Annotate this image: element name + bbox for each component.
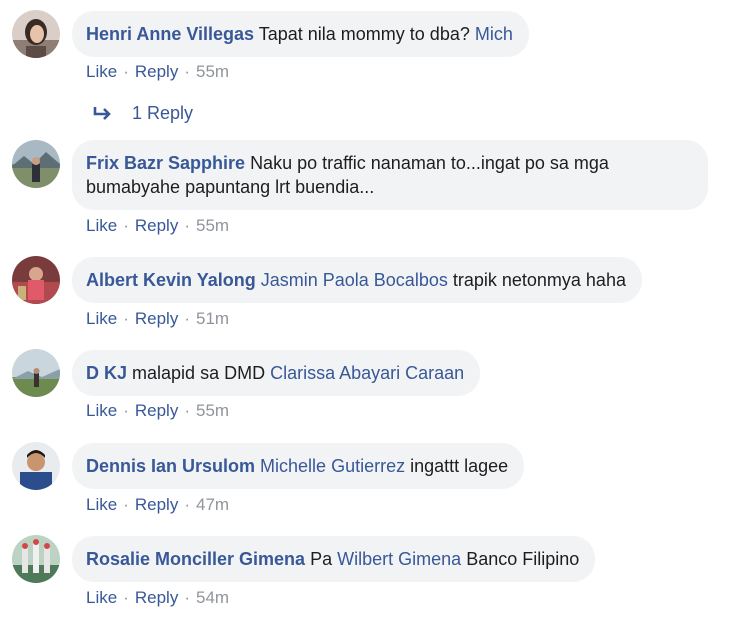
replies-count[interactable]: 1 Reply	[132, 103, 193, 124]
comment-mention[interactable]: Mich	[475, 24, 513, 44]
avatar[interactable]	[12, 442, 60, 490]
like-button[interactable]: Like	[86, 62, 117, 81]
reply-button[interactable]: Reply	[135, 588, 178, 607]
comment-text: trapik netonmya haha	[452, 270, 626, 290]
comment-time[interactable]: 47m	[196, 495, 229, 514]
comment-text: Tapat nila mommy to dba?	[258, 24, 470, 44]
comment-author[interactable]: Albert Kevin Yalong	[86, 270, 256, 290]
comment-author[interactable]: D KJ	[86, 363, 127, 383]
reply-button[interactable]: Reply	[135, 62, 178, 81]
separator: ·	[184, 216, 190, 235]
separator: ·	[123, 401, 129, 420]
separator: ·	[184, 62, 190, 81]
avatar[interactable]	[12, 256, 60, 304]
comment-time[interactable]: 54m	[196, 588, 229, 607]
comment-bubble: Albert Kevin Yalong Jasmin Paola Bocalbo…	[72, 257, 642, 303]
reply-button[interactable]: Reply	[135, 495, 178, 514]
comment-time[interactable]: 55m	[196, 401, 229, 420]
comment-author[interactable]: Frix Bazr Sapphire	[86, 153, 245, 173]
comment-actions: Like · Reply · 47m	[86, 495, 229, 515]
like-button[interactable]: Like	[86, 401, 117, 420]
comment-text: malapid sa DMD	[132, 363, 266, 383]
comment-actions: Like · Reply · 51m	[86, 309, 229, 329]
comment-time[interactable]: 55m	[196, 216, 229, 235]
avatar[interactable]	[12, 535, 60, 583]
comment-time[interactable]: 51m	[196, 309, 229, 328]
comment-text: ingattt lagee	[410, 456, 509, 476]
comment-mention[interactable]: Wilbert Gimena	[337, 549, 461, 569]
comment-time[interactable]: 55m	[196, 62, 229, 81]
reply-button[interactable]: Reply	[135, 309, 178, 328]
like-button[interactable]: Like	[86, 495, 117, 514]
separator: ·	[123, 62, 129, 81]
comment-actions: Like · Reply · 55m	[86, 401, 229, 421]
comment-bubble: Dennis Ian Ursulom Michelle Gutierrez in…	[72, 443, 525, 489]
separator: ·	[123, 588, 129, 607]
comment-actions: Like · Reply · 55m	[86, 216, 229, 236]
comment-author[interactable]: Rosalie Monciller Gimena	[86, 549, 305, 569]
separator: ·	[123, 309, 129, 328]
comment-text: Banco Filipino	[466, 549, 580, 569]
comment-mention[interactable]: Jasmin Paola Bocalbos	[261, 270, 448, 290]
like-button[interactable]: Like	[86, 588, 117, 607]
comment-text-line1: Naku po traffic nanaman to...ingat po sa…	[250, 153, 609, 173]
separator: ·	[123, 216, 129, 235]
comment-mention[interactable]: Michelle Gutierrez	[260, 456, 405, 476]
separator: ·	[123, 495, 129, 514]
avatar[interactable]	[12, 349, 60, 397]
comment-bubble: Henri Anne Villegas Tapat nila mommy to …	[72, 11, 529, 57]
like-button[interactable]: Like	[86, 216, 117, 235]
comment-text: Pa	[310, 549, 333, 569]
comment-author[interactable]: Dennis Ian Ursulom	[86, 456, 255, 476]
like-button[interactable]: Like	[86, 309, 117, 328]
separator: ·	[184, 309, 190, 328]
comment-mention[interactable]: Clarissa Abayari Caraan	[270, 363, 464, 383]
reply-button[interactable]: Reply	[135, 216, 178, 235]
comment-bubble: Frix Bazr Sapphire Naku po traffic nanam…	[72, 140, 708, 210]
separator: ·	[184, 588, 190, 607]
reply-button[interactable]: Reply	[135, 401, 178, 420]
comment-text-line2: bumabyahe papuntang lrt buendia...	[86, 177, 375, 197]
separator: ·	[184, 401, 190, 420]
separator: ·	[184, 495, 190, 514]
reply-arrow-icon	[93, 106, 111, 120]
comment-bubble: D KJ malapid sa DMD Clarissa Abayari Car…	[72, 350, 481, 396]
avatar[interactable]	[12, 10, 60, 58]
comment-author[interactable]: Henri Anne Villegas	[86, 24, 254, 44]
avatar[interactable]	[12, 140, 60, 188]
comment-bubble: Rosalie Monciller Gimena Pa Wilbert Gime…	[72, 536, 596, 582]
comment-actions: Like · Reply · 54m	[86, 588, 229, 608]
view-replies-link[interactable]: 1 Reply	[92, 103, 193, 124]
comment-actions: Like · Reply · 55m	[86, 62, 229, 82]
